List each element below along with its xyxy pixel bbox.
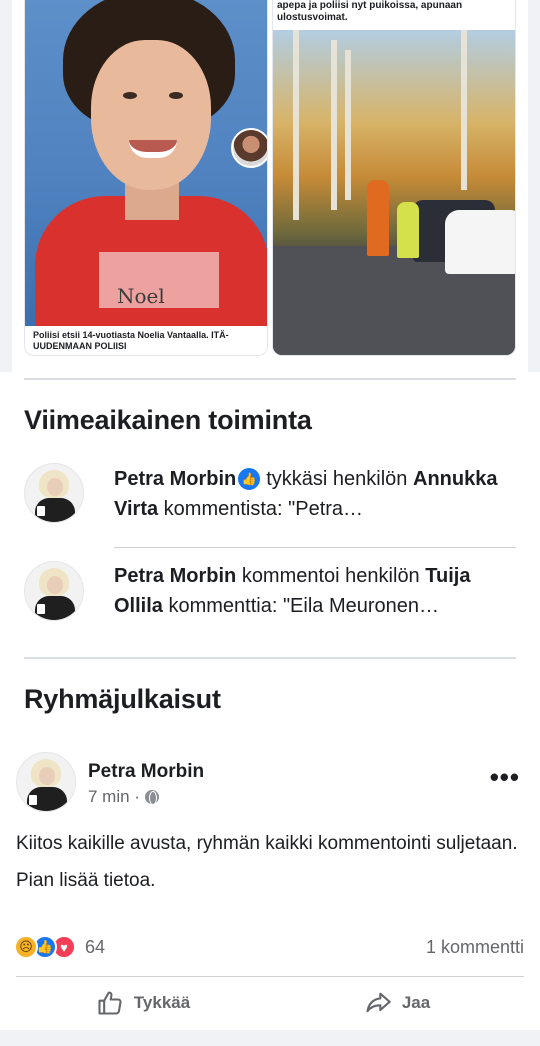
searcher-orange-vest — [367, 180, 389, 256]
photo-face — [91, 40, 211, 190]
avatar-mug — [37, 604, 45, 614]
feed-background-right — [528, 0, 540, 372]
avatar-face — [47, 478, 63, 496]
activity-divider — [114, 547, 516, 548]
comment-count-link[interactable]: 1 kommentti — [426, 937, 524, 958]
post-author-name[interactable]: Petra Morbin — [88, 761, 204, 783]
post-paragraph: Pian lisää tietoa. — [16, 870, 156, 891]
activity-verb: tykkäsi henkilön — [266, 468, 408, 490]
activity-snippet: kommentista: "Petra… — [163, 498, 364, 520]
avatar-mug — [29, 795, 37, 805]
missing-person-photo[interactable]: Noel — [25, 0, 267, 326]
avatar-mug — [37, 506, 45, 516]
post-paragraph: Kiitos kaikille avusta, ryhmän kaikki ko… — [16, 833, 518, 854]
section-divider — [24, 378, 516, 380]
birch-tree — [461, 30, 467, 190]
activity-avatar[interactable] — [24, 463, 84, 523]
media-card-search-scene[interactable]: apepa ja poliisi nyt puikoissa, apunaan … — [272, 0, 516, 356]
share-button[interactable]: Jaa — [270, 977, 524, 1028]
photo-eye-right — [169, 92, 183, 99]
inset-avatar-thumbnail — [231, 128, 267, 168]
post-timestamp[interactable]: 7 min · — [88, 787, 140, 807]
activity-actor[interactable]: Petra Morbin — [114, 468, 236, 490]
reaction-summary[interactable]: ☹ 👍 ♥ 64 — [14, 935, 105, 959]
like-reaction-icon: 👍 — [238, 468, 261, 490]
feed-background-left — [0, 0, 12, 372]
globe-icon — [144, 790, 159, 805]
birch-tree — [331, 40, 337, 210]
activity-verb: kommentoi henkilön — [241, 565, 420, 587]
missing-person-caption: Poliisi etsii 14-vuotiasta Noelia Vantaa… — [33, 330, 229, 351]
group-posts-title: Ryhmäjulkaisut — [24, 684, 221, 714]
more-dots-icon[interactable]: ••• — [490, 764, 520, 790]
post-body: Kiitos kaikille avusta, ryhmän kaikki ko… — [16, 830, 524, 894]
searcher-yellow-vest — [397, 202, 419, 258]
share-button-label: Jaa — [401, 992, 431, 1012]
search-scene-caption: apepa ja poliisi nyt puikoissa, apunaan … — [273, 0, 515, 30]
white-car — [445, 210, 515, 274]
feed-background-bottom — [0, 1030, 540, 1046]
photo-shirt-text: Noel — [117, 284, 165, 308]
activity-snippet: kommenttia: "Eila Meuronen… — [168, 595, 440, 617]
post-meta: 7 min · — [88, 787, 159, 807]
activity-actor[interactable]: Petra Morbin — [114, 565, 236, 587]
reaction-count: 64 — [85, 936, 106, 957]
activity-avatar[interactable] — [24, 561, 84, 621]
photo-eye-left — [123, 92, 137, 99]
search-scene-photo[interactable] — [273, 30, 515, 355]
thumbs-up-icon — [98, 990, 122, 1015]
avatar-face — [47, 576, 63, 594]
media-card-missing-person[interactable]: Noel Poliisi etsii 14-vuotiasta Noelia V… — [24, 0, 268, 356]
birch-tree — [293, 30, 299, 220]
activity-item[interactable]: Petra Morbin 👍 tykkäsi henkilön Annukka Vi… — [114, 464, 518, 524]
post-action-bar: Tykkää Jaa — [16, 976, 524, 1028]
like-button-label: Tykkää — [133, 992, 191, 1012]
recent-activity-title: Viimeaikainen toiminta — [24, 405, 312, 435]
media-strip: Noel Poliisi etsii 14-vuotiasta Noelia V… — [0, 0, 540, 372]
like-button[interactable]: Tykkää — [16, 977, 270, 1028]
post-author-avatar[interactable] — [16, 752, 76, 812]
share-arrow-icon — [366, 992, 391, 1012]
sad-reaction-icon: ☹ — [14, 935, 38, 959]
section-divider — [24, 657, 516, 659]
activity-item[interactable]: Petra Morbin kommentoi henkilön Tuija Ol… — [114, 561, 518, 621]
birch-tree — [345, 50, 351, 200]
avatar-face — [39, 767, 55, 785]
